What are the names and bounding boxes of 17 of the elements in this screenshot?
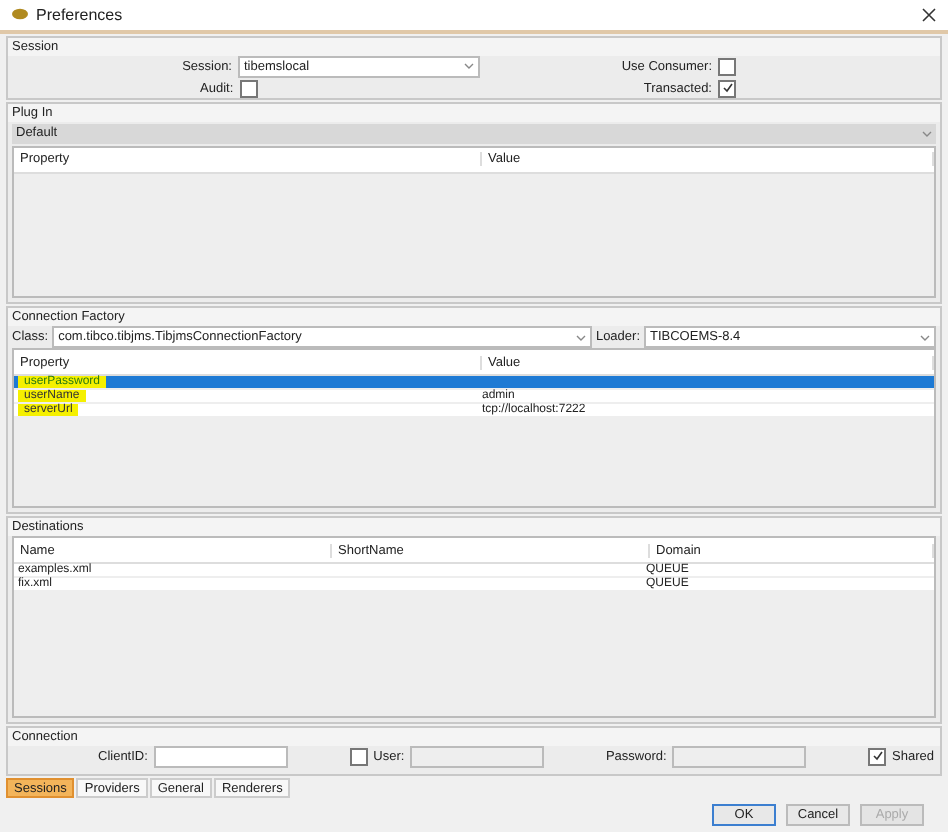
checkbox[interactable] [718,57,736,76]
check-icon [721,82,733,95]
caret-icon [464,62,474,71]
checkbox[interactable] [349,747,368,766]
caret-icon [920,333,930,342]
caret-icon [575,333,586,342]
check-icon [871,750,884,763]
user-field[interactable] [410,745,545,768]
app-icon [12,8,28,21]
checkbox[interactable] [868,747,887,766]
client-id-field[interactable] [153,745,288,768]
caret-icon [922,129,932,138]
checkbox[interactable] [239,79,258,98]
password-field[interactable] [672,745,807,768]
checkbox[interactable] [718,79,736,98]
window-title: Preferences [36,5,125,24]
close-icon[interactable] [922,7,936,22]
